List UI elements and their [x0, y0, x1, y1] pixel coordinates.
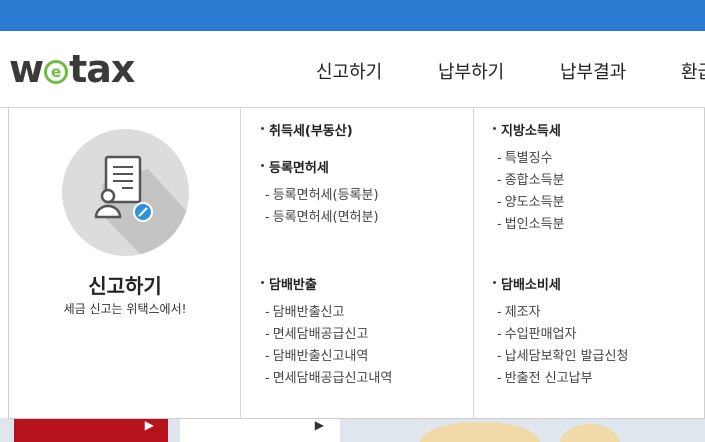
menu-category-tobacco-release[interactable]: 담배반출 [261, 274, 317, 293]
menu-item[interactable]: - 법인소득분 [497, 213, 565, 232]
site-header: wetax 신고하기 납부하기 납부결과 환급 [0, 31, 705, 108]
menu-item[interactable]: - 등록면허세(등록분) [265, 184, 379, 203]
banner-illustration [560, 424, 620, 442]
arrow-right-icon: ▶ [144, 418, 154, 432]
menu-category-acquisition-tax[interactable]: 취득세(부동산) [261, 120, 353, 139]
banner-red-button[interactable]: ▶ [14, 418, 168, 442]
menu-item-label: 납세담보확인 발급신청 [504, 349, 629, 364]
banner-white-button[interactable]: ▶ [180, 418, 340, 442]
panel-subtitle: 세금 신고는 위택스에서! [63, 302, 187, 316]
category-label: 담배소비세 [501, 278, 561, 293]
menu-item[interactable]: - 담배반출신고내역 [265, 345, 368, 364]
menu-item-label: 담배반출신고 [272, 305, 345, 320]
category-label: 담배반출 [269, 278, 317, 293]
column-divider [473, 108, 474, 418]
nav-item-report[interactable]: 신고하기 [316, 58, 382, 84]
mega-menu-panel: 신고하기 세금 신고는 위택스에서! 취득세(부동산) 등록면허세 - 등록면허세… [8, 108, 705, 419]
menu-item[interactable]: - 특별징수 [497, 147, 553, 166]
menu-category-local-income-tax[interactable]: 지방소득세 [493, 120, 561, 139]
nav-item-pay[interactable]: 납부하기 [438, 58, 504, 84]
background-banner: ▶ ▶ [0, 418, 705, 442]
menu-item[interactable]: - 납세담보확인 발급신청 [497, 345, 628, 364]
menu-item-label: 면세담배공급신고내역 [272, 371, 393, 386]
menu-item[interactable]: - 면세담배공급신고 [265, 323, 368, 342]
menu-item[interactable]: - 제조자 [497, 301, 541, 320]
menu-category-registration-license-tax[interactable]: 등록면허세 [261, 157, 329, 176]
panel-title: 신고하기 [88, 274, 162, 298]
category-label: 취득세(부동산) [269, 124, 353, 139]
menu-item-label: 특별징수 [504, 151, 553, 166]
menu-item-label: 수입판매업자 [504, 327, 577, 342]
nav-item-refund[interactable]: 환급 [681, 58, 705, 84]
wetax-logo[interactable]: w e tax [9, 47, 135, 91]
menu-item-label: 등록면허세(면허분) [272, 210, 379, 225]
bullet-icon [261, 281, 264, 284]
menu-item[interactable]: - 양도소득분 [497, 191, 565, 210]
menu-item[interactable]: - 반출전 신고납부 [497, 367, 593, 386]
menu-item-label: 면세담배공급신고 [272, 327, 369, 342]
menu-item[interactable]: - 종합소득분 [497, 169, 565, 188]
banner-illustration [420, 422, 540, 442]
top-bar [0, 0, 705, 31]
menu-item-label: 제조자 [504, 305, 541, 320]
logo-tax: tax [69, 47, 135, 91]
nav-item-payment-result[interactable]: 납부결과 [560, 58, 626, 84]
document-user-pencil-icon [62, 129, 189, 256]
category-label: 등록면허세 [269, 161, 329, 176]
menu-item-label: 반출전 신고납부 [504, 371, 593, 386]
menu-item[interactable]: - 담배반출신고 [265, 301, 344, 320]
bullet-icon [493, 281, 496, 284]
bullet-icon [493, 127, 496, 130]
menu-item[interactable]: - 면세담배공급신고내역 [265, 367, 392, 386]
menu-item[interactable]: - 수입판매업자 [497, 323, 576, 342]
menu-item-label: 담배반출신고내역 [272, 349, 369, 364]
logo-e-ring: e [44, 60, 69, 84]
bullet-icon [261, 164, 264, 167]
menu-item-label: 양도소득분 [504, 195, 565, 210]
menu-item-label: 등록면허세(등록분) [272, 188, 379, 203]
menu-item-label: 종합소득분 [504, 173, 565, 188]
logo-w: w [9, 47, 44, 91]
arrow-right-icon: ▶ [314, 418, 324, 432]
menu-category-tobacco-consumption-tax[interactable]: 담배소비세 [493, 274, 561, 293]
menu-item[interactable]: - 등록면허세(면허분) [265, 206, 379, 225]
menu-item-label: 법인소득분 [504, 217, 565, 232]
panel-intro: 신고하기 세금 신고는 위택스에서! [9, 108, 241, 418]
category-label: 지방소득세 [501, 124, 561, 139]
bullet-icon [261, 127, 264, 130]
